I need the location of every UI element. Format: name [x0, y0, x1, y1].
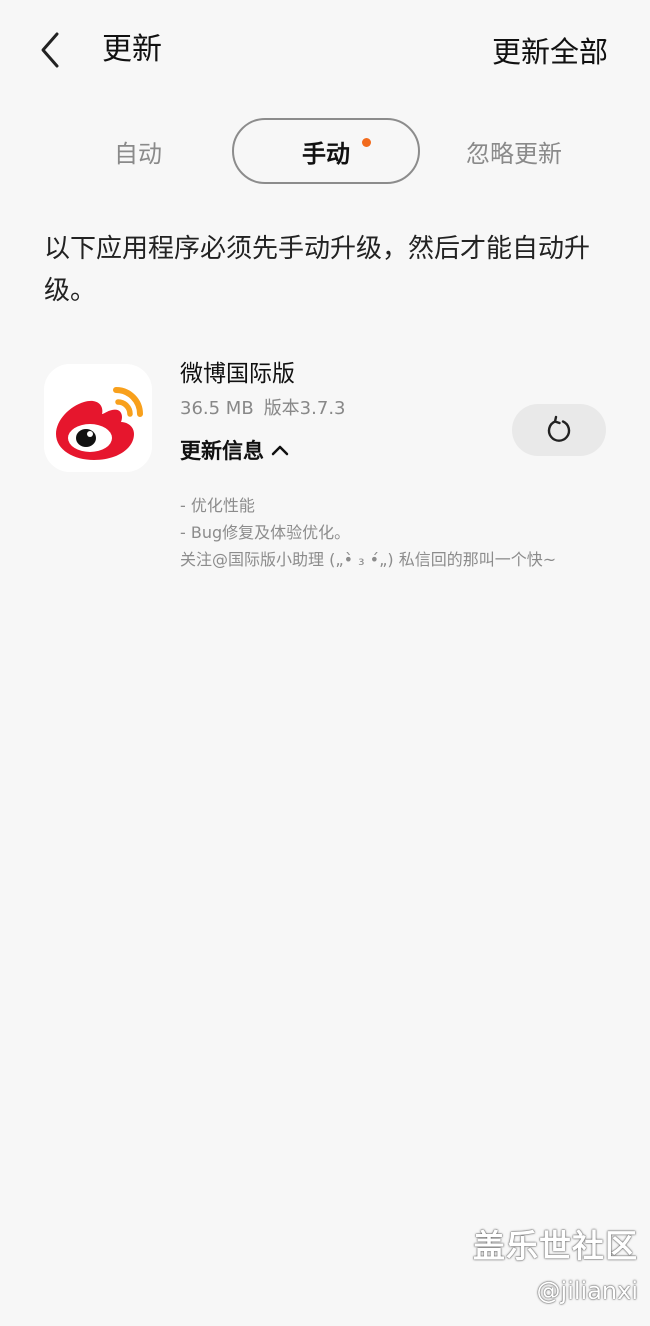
watermark: 盖乐世社区 @jilianxi [473, 1226, 638, 1308]
changelog: - 优化性能 - Bug修复及体验优化。 关注@国际版小助理 („•̀ ₃ •́… [180, 492, 556, 573]
tab-manual-label: 手动 [302, 139, 350, 168]
update-all-button[interactable]: 更新全部 [492, 32, 608, 72]
tab-ignored-updates-label: 忽略更新 [466, 139, 562, 168]
app-name: 微博国际版 [180, 361, 295, 387]
tab-manual[interactable]: 手动 [232, 118, 420, 184]
weibo-logo-icon [44, 364, 152, 472]
tab-bar: 自动 手动 忽略更新 [44, 118, 606, 186]
tab-auto[interactable]: 自动 [58, 118, 218, 184]
chevron-left-icon [41, 32, 59, 68]
app-version: 版本3.7.3 [263, 398, 346, 419]
tab-ignored-updates[interactable]: 忽略更新 [434, 118, 594, 184]
back-button[interactable] [26, 26, 74, 74]
page-title: 更新 [102, 32, 162, 67]
tab-auto-label: 自动 [114, 139, 162, 168]
notification-dot [362, 138, 371, 147]
changelog-line: - Bug修复及体验优化。 [180, 523, 351, 542]
changelog-line: 关注@国际版小助理 („•̀ ₃ •́„) 私信回的那叫一个快~ [180, 550, 557, 569]
app-list-item: 微博国际版 36.5 MB 版本3.7.3 更新信息 - 优化性能 - Bug修复… [0, 350, 650, 590]
watermark-handle: @jilianxi [536, 1277, 638, 1305]
refresh-icon [547, 415, 571, 442]
manual-update-notice: 以下应用程序必须先手动升级，然后才能自动升级。 [44, 234, 591, 306]
update-app-button[interactable] [512, 404, 606, 456]
update-info-label: 更新信息 [180, 439, 264, 463]
watermark-title: 盖乐世社区 [472, 1227, 638, 1265]
header: 更新 更新全部 [0, 0, 650, 100]
chevron-up-icon [271, 445, 289, 456]
app-size: 36.5 MB [180, 398, 254, 419]
update-info-toggle[interactable]: 更新信息 [180, 434, 290, 466]
app-meta: 36.5 MB 版本3.7.3 [180, 396, 346, 422]
changelog-line: - 优化性能 [180, 496, 255, 515]
